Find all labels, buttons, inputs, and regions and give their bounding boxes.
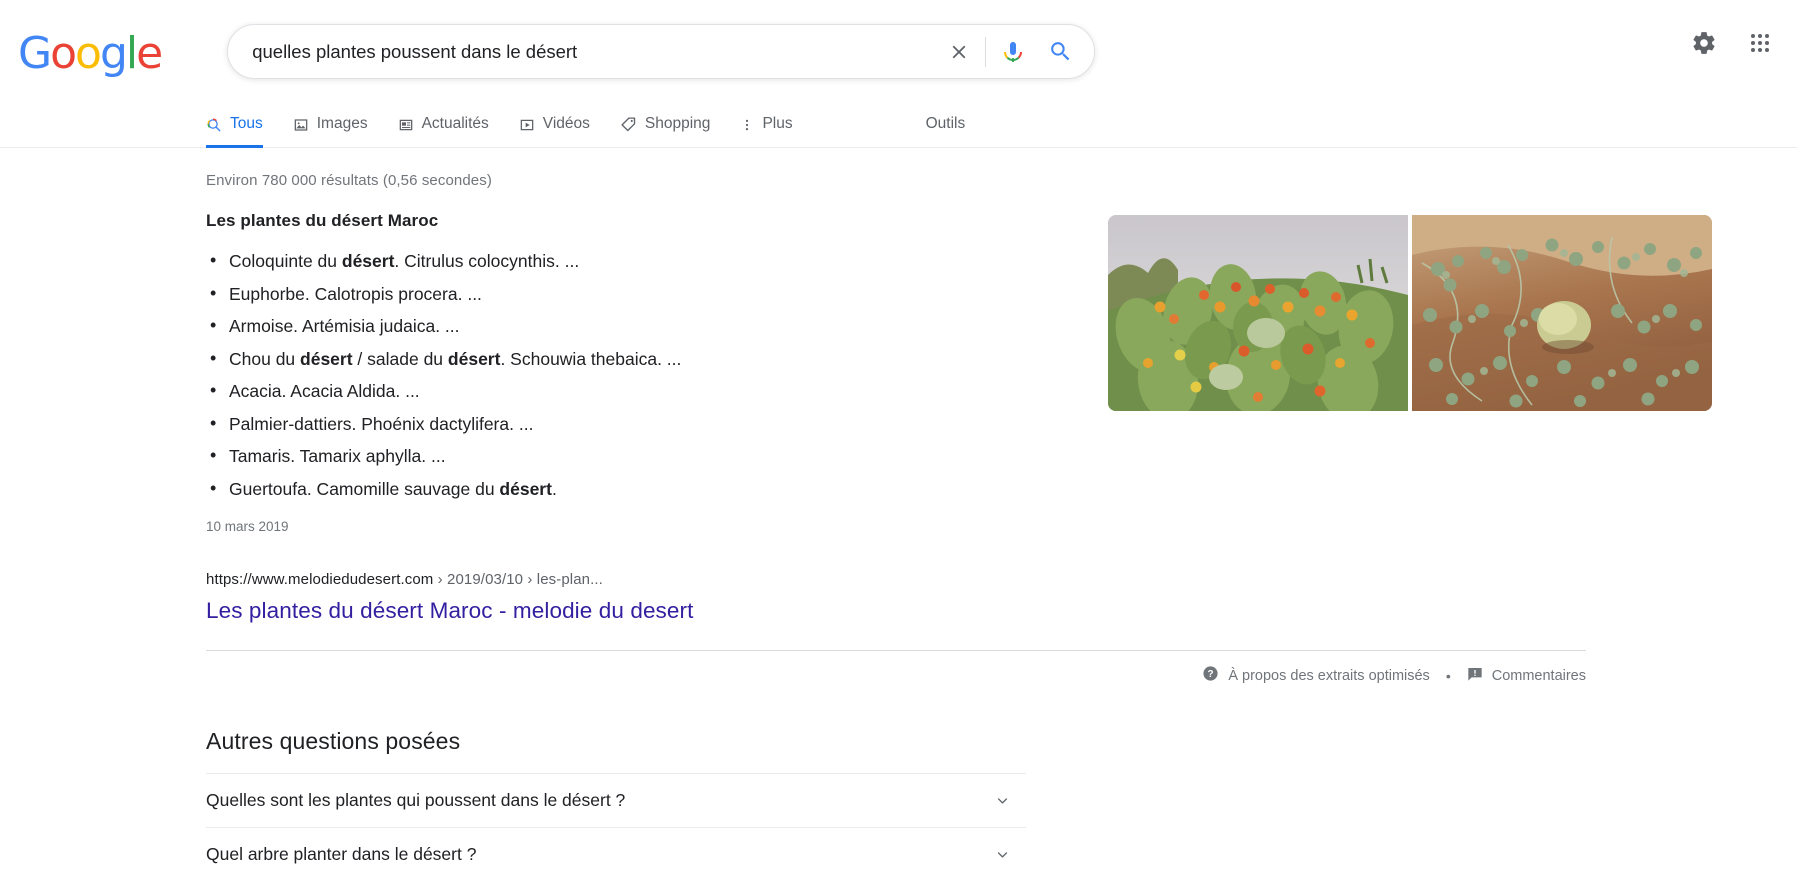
snippet-list: Coloquinte du désert. Citrulus colocynth…: [206, 244, 1026, 506]
help-circle-icon: ?: [1202, 665, 1219, 686]
item-text: Coloquinte du: [229, 251, 342, 271]
logo-letter-g1: G: [18, 28, 52, 79]
item-text: . Schouwia thebaica. ...: [500, 348, 682, 369]
list-item: Chou du désert / salade du désert. Schou…: [206, 342, 1026, 376]
result-url: https://www.melodiedudesert.com › 2019/0…: [206, 571, 1026, 588]
list-item: Euphorbe. Calotropis procera. ...: [206, 277, 1026, 311]
search-icon[interactable]: [1036, 30, 1084, 74]
tab-label: Plus: [762, 115, 793, 132]
news-icon: [398, 117, 414, 133]
chevron-down-icon[interactable]: [993, 845, 1012, 864]
svg-text:?: ?: [1208, 669, 1214, 680]
tab-videos[interactable]: Vidéos: [504, 100, 605, 147]
item-text: Chou du: [229, 348, 301, 369]
paa-question-2[interactable]: Quel arbre planter dans le désert ?: [206, 827, 1026, 872]
close-icon[interactable]: [937, 30, 981, 74]
search-nav-tabs: Tous Images Actualités Vidéos Shopping P…: [0, 100, 1797, 148]
image-icon: [293, 117, 309, 133]
chevron-down-icon[interactable]: [993, 791, 1012, 810]
item-text: . Citrulus colocynthis. ...: [394, 251, 580, 271]
snippet-image-2[interactable]: [1412, 215, 1712, 411]
featured-snippet: Les plantes du désert Maroc Coloquinte d…: [206, 211, 1026, 624]
tab-images[interactable]: Images: [278, 100, 383, 147]
logo-letter-g2: g: [99, 28, 128, 79]
list-item: Guertoufa. Camomille sauvage du désert.: [206, 472, 1026, 506]
snippet-images: [1108, 215, 1712, 624]
search-icon: [206, 117, 222, 133]
microphone-icon[interactable]: [990, 30, 1036, 74]
snippet-footer: ? À propos des extraits optimisés • Comm…: [206, 650, 1586, 686]
tab-label: Vidéos: [542, 115, 590, 132]
snippet-title: Les plantes du désert Maroc: [206, 211, 439, 230]
logo-letter-o1: o: [50, 28, 77, 79]
main-content: Les plantes du désert Maroc Coloquinte d…: [0, 189, 1797, 624]
paa-question-text: Quel arbre planter dans le désert ?: [206, 844, 477, 864]
tab-plus[interactable]: Plus: [725, 100, 807, 147]
url-crumb-1: 2019/03/10: [447, 571, 524, 588]
tools-button[interactable]: Outils: [926, 100, 966, 147]
item-bold: désert: [341, 251, 395, 271]
item-text: .: [551, 478, 557, 499]
tab-list: Tous Images Actualités Vidéos Shopping P…: [206, 100, 808, 148]
result-title-link[interactable]: Les plantes du désert Maroc - melodie du…: [206, 598, 693, 624]
tab-tous[interactable]: Tous: [206, 100, 278, 148]
about-label: À propos des extraits optimisés: [1228, 667, 1430, 684]
feedback-icon: [1467, 666, 1483, 686]
google-logo[interactable]: Google: [18, 28, 163, 79]
tab-actualites[interactable]: Actualités: [383, 100, 504, 147]
apps-grid-icon[interactable]: [1743, 26, 1777, 60]
about-featured-snippets-link[interactable]: ? À propos des extraits optimisés: [1202, 665, 1430, 686]
video-icon: [519, 117, 535, 133]
item-text: Euphorbe. Calotropis procera. ...: [229, 283, 482, 304]
search-bar-container: [227, 24, 1096, 79]
url-chevron: ›: [437, 571, 448, 588]
item-text: Acacia. Acacia Aldida. ...: [229, 381, 420, 401]
list-item: Acacia. Acacia Aldida. ...: [206, 374, 1026, 408]
search-input[interactable]: [252, 25, 938, 78]
snippet-date: 10 mars 2019: [206, 519, 289, 534]
feedback-link[interactable]: Commentaires: [1467, 666, 1586, 686]
paa-question-text: Quelles sont les plantes qui poussent da…: [206, 790, 626, 810]
item-bold: désert: [300, 348, 353, 369]
item-text: Armoise. Artémisia judaica. ...: [229, 316, 460, 336]
url-domain: https://www.melodiedudesert.com: [206, 571, 434, 588]
footer-separator: •: [1445, 667, 1451, 684]
people-also-ask: Autres questions posées Quelles sont les…: [206, 728, 1026, 872]
snippet-image-1[interactable]: [1108, 215, 1408, 411]
page-header: Google: [0, 0, 1797, 100]
result-stats: Environ 780 000 résultats (0,56 secondes…: [206, 172, 492, 189]
search-bar[interactable]: [227, 24, 1096, 79]
logo-letter-e: e: [136, 28, 163, 79]
logo-letter-o2: o: [75, 28, 102, 79]
more-vertical-icon: [740, 117, 754, 133]
url-chevron: ›: [527, 571, 537, 588]
search-divider: [985, 36, 987, 67]
feedback-label: Commentaires: [1491, 667, 1586, 684]
item-bold: désert: [499, 478, 552, 499]
logo-letter-l: l: [125, 28, 138, 79]
tab-label: Tous: [230, 115, 263, 132]
tab-label: Shopping: [644, 115, 711, 132]
tab-shopping[interactable]: Shopping: [605, 100, 726, 147]
paa-title: Autres questions posées: [206, 728, 461, 754]
list-item: Coloquinte du désert. Citrulus colocynth…: [206, 244, 1026, 278]
list-item: Palmier-dattiers. Phoénix dactylifera. .…: [206, 407, 1026, 441]
tab-label: Images: [316, 115, 368, 132]
item-bold: désert: [447, 348, 501, 369]
gear-icon[interactable]: [1687, 26, 1721, 60]
header-actions: [1687, 26, 1777, 60]
item-text: / salade du: [352, 348, 448, 369]
paa-question-1[interactable]: Quelles sont les plantes qui poussent da…: [206, 773, 1026, 827]
item-text: Guertoufa. Camomille sauvage du: [229, 478, 500, 499]
tag-icon: [620, 116, 637, 133]
url-crumb-2: les-plan...: [536, 571, 603, 588]
tab-label: Actualités: [421, 115, 489, 132]
item-text: Palmier-dattiers. Phoénix dactylifera. .…: [229, 413, 534, 434]
list-item: Tamaris. Tamarix aphylla. ...: [206, 439, 1026, 473]
list-item: Armoise. Artémisia judaica. ...: [206, 309, 1026, 343]
item-text: Tamaris. Tamarix aphylla. ...: [229, 446, 446, 466]
